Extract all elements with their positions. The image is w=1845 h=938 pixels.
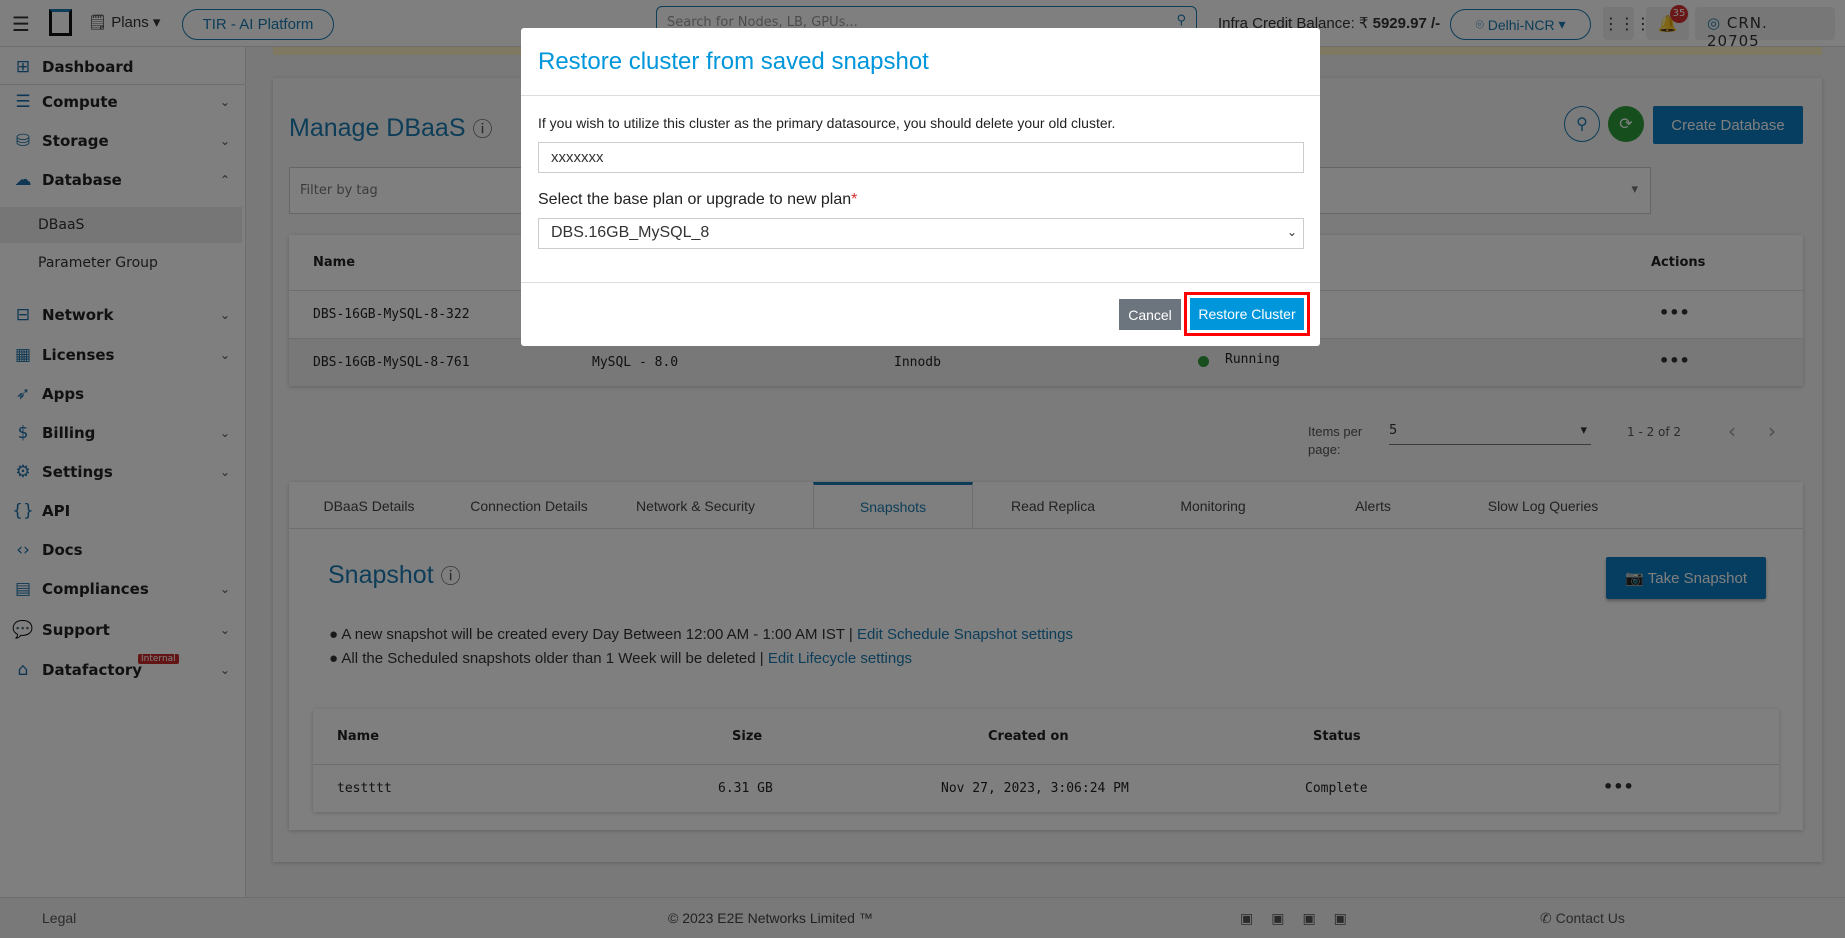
chevron-down-icon: ⌄	[1286, 225, 1297, 239]
cluster-name-input[interactable]: xxxxxxx	[538, 142, 1304, 173]
modal-info: If you wish to utilize this cluster as t…	[538, 115, 1116, 131]
modal-title: Restore cluster from saved snapshot	[538, 48, 929, 75]
restore-cluster-modal: Restore cluster from saved snapshot If y…	[521, 28, 1320, 346]
restore-cluster-button[interactable]: Restore Cluster	[1190, 298, 1304, 330]
plan-select[interactable]: DBS.16GB_MySQL_8 ⌄	[538, 218, 1304, 249]
cancel-button[interactable]: Cancel	[1119, 299, 1181, 330]
plan-label: Select the base plan or upgrade to new p…	[538, 191, 858, 208]
